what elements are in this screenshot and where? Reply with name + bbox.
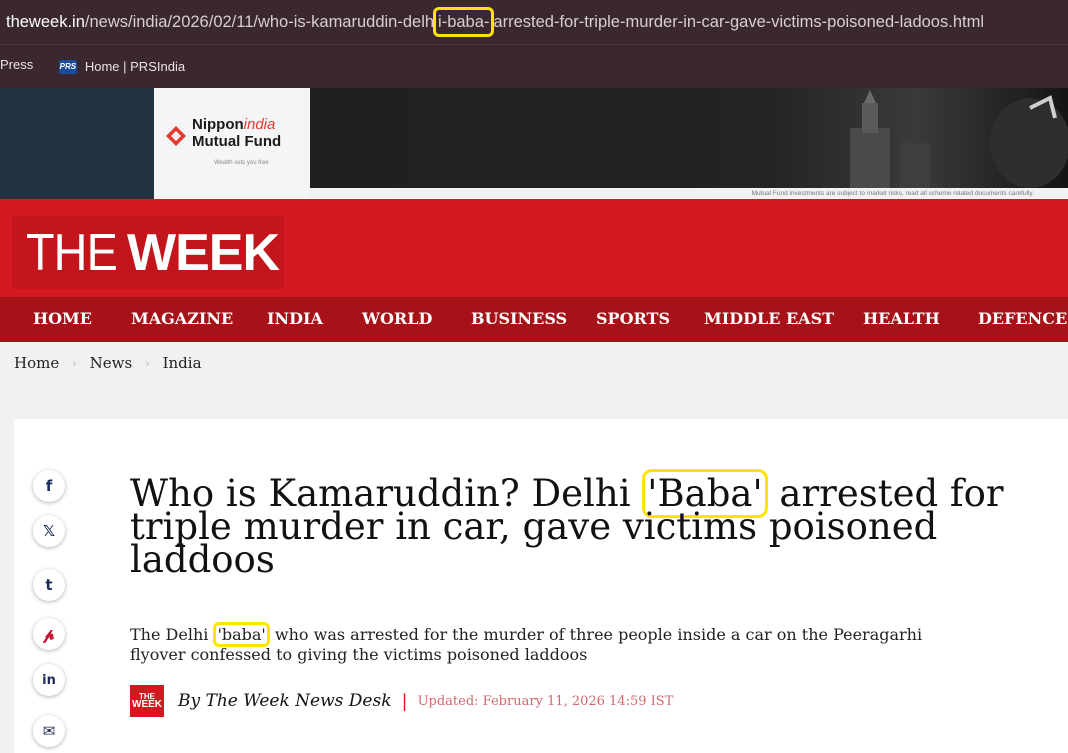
summary-text-1: The Delhi xyxy=(130,625,214,644)
badge-week: WEEK xyxy=(132,699,162,710)
url-path-end: arrested-for-triple-murder-in-car-gave-v… xyxy=(493,13,984,31)
summary-highlight: 'baba' xyxy=(213,622,270,647)
ad-tagline: Wealth sets you free xyxy=(214,160,269,166)
breadcrumb: Home › News › India xyxy=(14,354,202,372)
updated-timestamp: Updated: February 11, 2026 14:59 IST xyxy=(417,693,674,709)
chevron-right-icon: › xyxy=(145,356,150,370)
nav-middle-east[interactable]: MIDDLE EAST xyxy=(704,309,834,328)
nav-india[interactable]: INDIA xyxy=(267,309,323,328)
prs-favicon-icon: PRS xyxy=(58,60,77,74)
share-email-button[interactable]: ✉ xyxy=(33,715,65,747)
share-facebook-button[interactable]: f xyxy=(33,470,65,502)
breadcrumb-news[interactable]: News xyxy=(90,354,133,372)
bookmark-prsindia[interactable]: PRS Home | PRSIndia xyxy=(58,47,186,87)
address-bar[interactable]: theweek.in/news/india/2026/02/11/who-is-… xyxy=(0,0,1068,44)
pinterest-icon: 𝓹 xyxy=(43,625,55,643)
facebook-icon: f xyxy=(45,477,53,495)
ad-logo-panel: Nipponindia Mutual Fund Wealth sets you … xyxy=(154,88,310,199)
article-summary: The Delhi 'baba' who was arrested for th… xyxy=(130,622,960,665)
main-nav: HOME MAGAZINE INDIA WORLD BUSINESS SPORT… xyxy=(0,297,1068,342)
the-week-badge-icon: THE WEEK xyxy=(130,685,164,717)
ad-disclaimer: Mutual Fund investments are subject to m… xyxy=(310,188,1068,199)
the-week-logo[interactable]: THE WEEK xyxy=(12,216,284,289)
ad-photo-silhouette xyxy=(850,90,1068,188)
share-pinterest-button[interactable]: 𝓹 xyxy=(33,618,65,650)
nav-home[interactable]: HOME xyxy=(33,309,92,328)
byline-separator: | xyxy=(401,690,408,712)
linkedin-icon: in xyxy=(42,672,56,688)
ad-brand: Nipponindia Mutual Fund xyxy=(192,116,281,150)
breadcrumb-india[interactable]: India xyxy=(163,354,202,372)
ad-image xyxy=(310,88,1068,188)
share-linkedin-button[interactable]: in xyxy=(33,664,65,696)
nav-world[interactable]: WORLD xyxy=(362,309,432,328)
bookmark-press[interactable]: Press xyxy=(0,45,33,85)
author-byline[interactable]: By The Week News Desk xyxy=(178,691,392,711)
logo-the: THE xyxy=(26,223,118,282)
bookmark-label: Home | PRSIndia xyxy=(84,59,186,74)
byline-row: THE WEEK By The Week News Desk | Updated… xyxy=(130,685,673,717)
nav-sports[interactable]: SPORTS xyxy=(596,309,670,328)
nav-business[interactable]: BUSINESS xyxy=(471,309,567,328)
ad-left-panel xyxy=(0,88,154,199)
url-highlight: i-baba- xyxy=(433,7,495,37)
nav-defence[interactable]: DEFENCE xyxy=(978,309,1067,328)
nippon-logo-icon xyxy=(166,126,186,146)
ad-brand-line1: Nippon xyxy=(192,116,244,133)
logo-week: WEEK xyxy=(127,223,280,282)
url-domain: theweek.in xyxy=(6,13,85,31)
nav-magazine[interactable]: MAGAZINE xyxy=(131,309,233,328)
share-tumblr-button[interactable]: t xyxy=(33,569,65,601)
ad-banner[interactable]: Nipponindia Mutual Fund Wealth sets you … xyxy=(0,88,1068,199)
ad-brand-accent: india xyxy=(243,116,276,133)
tumblr-icon: t xyxy=(45,576,53,594)
x-twitter-icon: 𝕏 xyxy=(42,522,56,540)
url-path: /news/india/2026/02/11/who-is-kamaruddin… xyxy=(84,13,435,31)
nav-health[interactable]: HEALTH xyxy=(863,309,940,328)
ad-brand-line2: Mutual Fund xyxy=(192,133,282,150)
article-headline: Who is Kamaruddin? Delhi 'Baba' arrested… xyxy=(130,469,1010,578)
bookmarks-bar: Press PRS Home | PRSIndia xyxy=(0,44,1068,88)
chevron-right-icon: › xyxy=(72,356,77,370)
article-card: f 𝕏 t 𝓹 in ✉ Who is Kamaruddin? Delhi 'B… xyxy=(14,419,1068,753)
share-x-button[interactable]: 𝕏 xyxy=(33,515,65,547)
breadcrumb-home[interactable]: Home xyxy=(14,354,59,372)
email-icon: ✉ xyxy=(42,722,56,740)
site-masthead: THE WEEK xyxy=(0,199,1068,297)
bookmark-label: Press xyxy=(0,57,34,72)
